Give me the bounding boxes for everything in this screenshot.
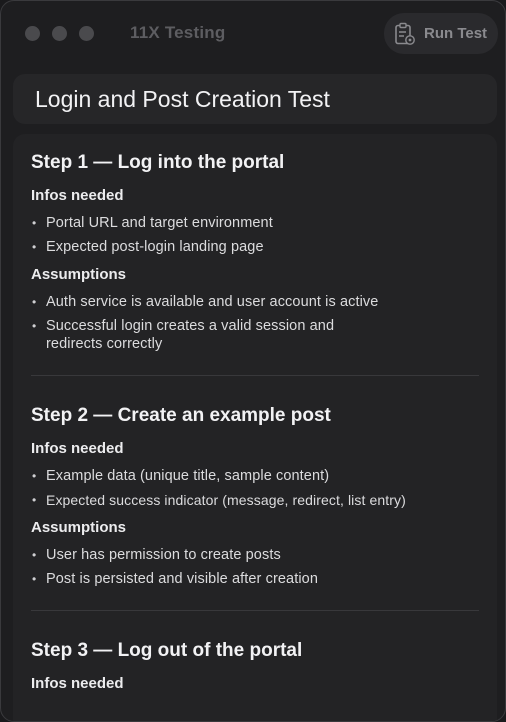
window-minimize-button[interactable]	[52, 26, 67, 41]
list-item: Example data (unique title, sample conte…	[31, 467, 479, 485]
app-window: 11X Testing Run Test Login and Post Crea…	[0, 0, 506, 722]
title-bar: 11X Testing Run Test	[1, 1, 505, 65]
window-zoom-button[interactable]	[79, 26, 94, 41]
list-item: Successful login creates a valid session…	[31, 317, 479, 353]
infos-heading: Infos needed	[31, 440, 124, 457]
assumptions-list: User has permission to create posts Post…	[31, 546, 479, 588]
step-title: Step 1 — Log into the portal	[31, 152, 285, 173]
infos-list: Example data (unique title, sample conte…	[31, 467, 479, 509]
list-item: Post is persisted and visible after crea…	[31, 570, 479, 588]
list-item: Portal URL and target environment	[31, 214, 479, 232]
assumptions-heading: Assumptions	[31, 519, 127, 536]
step-divider	[31, 375, 479, 376]
run-test-button[interactable]: Run Test	[384, 13, 498, 54]
window-close-button[interactable]	[25, 26, 40, 41]
assumptions-list: Auth service is available and user accou…	[31, 293, 479, 353]
app-title: 11X Testing	[130, 23, 226, 42]
list-item: Auth service is available and user accou…	[31, 293, 479, 311]
clipboard-gear-icon	[394, 22, 416, 46]
test-title-bar: Login and Post Creation Test	[13, 74, 497, 124]
steps-panel: Step 1 — Log into the portal Infos neede…	[13, 134, 497, 721]
list-item: Expected post-login landing page	[31, 238, 479, 256]
assumptions-heading: Assumptions	[31, 266, 127, 283]
step-3: Step 3 — Log out of the portal Infos nee…	[31, 639, 479, 693]
run-test-label: Run Test	[424, 25, 488, 42]
list-item: Expected success indicator (message, red…	[31, 491, 479, 509]
step-title: Step 3 — Log out of the portal	[31, 640, 303, 661]
step-title: Step 2 — Create an example post	[31, 405, 331, 426]
step-divider	[31, 610, 479, 611]
infos-list: Portal URL and target environment Expect…	[31, 214, 479, 256]
list-item: User has permission to create posts	[31, 546, 479, 564]
infos-heading: Infos needed	[31, 675, 124, 692]
step-1: Step 1 — Log into the portal Infos neede…	[31, 151, 479, 353]
infos-heading: Infos needed	[31, 187, 124, 204]
step-2: Step 2 — Create an example post Infos ne…	[31, 404, 479, 588]
test-title: Login and Post Creation Test	[35, 85, 330, 112]
